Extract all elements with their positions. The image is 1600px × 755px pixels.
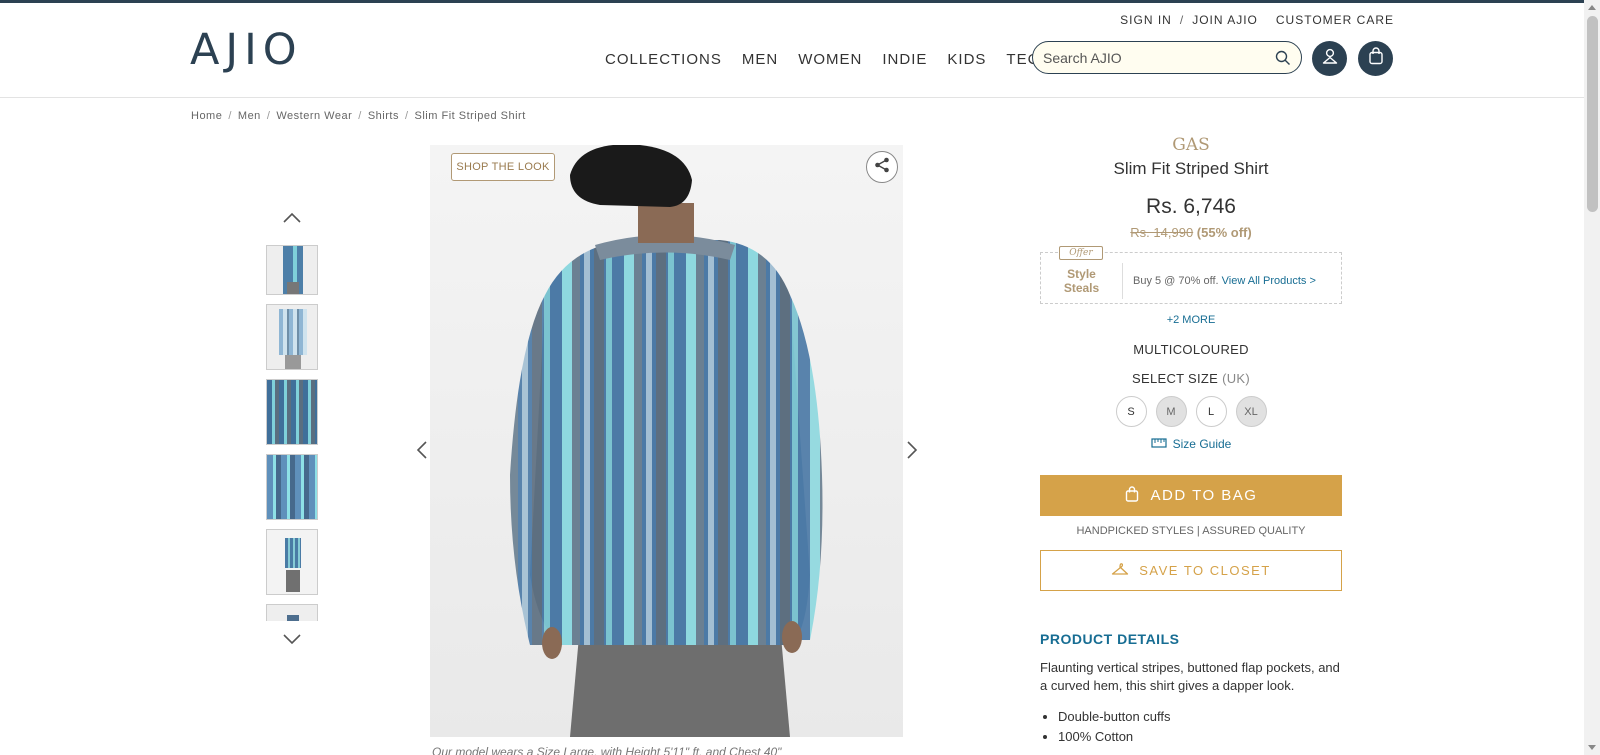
breadcrumb-separator: / [266,110,271,122]
join-ajio-link[interactable]: JOIN AJIO [1192,13,1258,27]
offer-tag: Offer [1059,246,1103,260]
offer-name-line-1: Style [1067,267,1096,281]
thumbnail-6[interactable] [266,604,318,621]
bag-button[interactable] [1358,41,1393,76]
thumbs-up-button[interactable] [282,211,302,227]
product-price: Rs. 6,746 [1146,195,1236,218]
offer-name: Style Steals [1041,263,1123,299]
ruler-icon [1151,437,1167,451]
color-label: MULTICOLOURED [1133,342,1249,357]
share-button[interactable] [866,151,898,183]
select-size-label: SELECT SIZE (UK) [1040,371,1342,386]
breadcrumb-separator: / [358,110,362,122]
size-unit: (UK) [1222,371,1250,386]
nav-collections[interactable]: COLLECTIONS [605,51,722,68]
assurance-text: HANDPICKED STYLES | ASSURED QUALITY [1076,525,1306,537]
thumbnail-list [266,245,318,621]
product-main-image[interactable] [430,145,903,737]
nav-kids[interactable]: KIDS [947,51,986,68]
breadcrumb-men[interactable]: Men [238,110,261,122]
offer-details: Buy 5 @ 70% off. View All Products > [1123,275,1316,287]
thumbs-down-button[interactable] [282,632,302,648]
thumbnail-2[interactable] [266,304,318,370]
brand-name[interactable]: GAS [1040,135,1342,155]
size-option-l[interactable]: L [1195,396,1227,427]
chevron-right-icon [905,441,919,464]
size-guide-label: Size Guide [1172,437,1232,451]
chevron-left-icon [415,441,429,464]
save-to-closet-button[interactable]: SAVE TO CLOSET [1040,550,1342,591]
list-item: 100% Cotton [1058,727,1342,747]
chevron-up-icon [282,211,302,228]
breadcrumb-shirts[interactable]: Shirts [368,110,399,122]
breadcrumb-separator: / [404,110,409,122]
add-to-bag-button[interactable]: ADD TO BAG [1040,475,1342,516]
account-button[interactable] [1312,41,1347,76]
breadcrumb-home[interactable]: Home [191,110,222,122]
size-options: S M L XL [1040,396,1342,427]
discount-percent: (55% off) [1196,225,1252,240]
chevron-down-icon [282,632,302,649]
offer-box: Offer Style Steals Buy 5 @ 70% off. View… [1040,246,1342,304]
thumbnail-4[interactable] [266,454,318,520]
nav-indie[interactable]: INDIE [882,51,927,68]
size-option-s[interactable]: S [1115,396,1147,427]
more-offers-link[interactable]: +2 MORE [1040,314,1342,326]
shirt-illustration [510,145,823,737]
breadcrumb: Home / Men / Western Wear / Shirts / Sli… [191,110,526,122]
scroll-up-arrow-icon[interactable] [1588,5,1596,10]
product-details-list: Double-button cuffs 100% Cotton [1040,707,1342,747]
search-icon[interactable] [1275,50,1291,66]
nav-men[interactable]: MEN [742,51,778,68]
size-guide-link[interactable]: Size Guide [1040,437,1342,451]
page-scrollbar[interactable] [1584,0,1600,755]
add-to-bag-label: ADD TO BAG [1150,487,1258,504]
hanger-icon [1111,562,1129,579]
original-price: Rs. 14,990 [1130,225,1194,240]
nav-women[interactable]: WOMEN [798,51,862,68]
utility-links: SIGN IN / JOIN AJIO CUSTOMER CARE [1120,13,1394,27]
offer-text: Buy 5 @ 70% off. [1133,275,1219,287]
scroll-down-arrow-icon[interactable] [1588,745,1596,750]
product-name: Slim Fit Striped Shirt [1113,159,1269,178]
main-nav: COLLECTIONS MEN WOMEN INDIE KIDS TECH [605,51,1051,68]
shop-the-look-button[interactable]: SHOP THE LOOK [451,153,555,181]
breadcrumb-western-wear[interactable]: Western Wear [276,110,352,122]
model-size-caption: Our model wears a Size Large, with Heigh… [432,745,782,755]
product-details-description: Flaunting vertical stripes, buttoned fla… [1040,660,1340,693]
site-header: AJIO SIGN IN / JOIN AJIO CUSTOMER CARE C… [0,3,1584,98]
save-to-closet-label: SAVE TO CLOSET [1139,563,1271,578]
offer-name-line-2: Steals [1063,281,1100,295]
product-details-heading: PRODUCT DETAILS [1040,631,1180,647]
thumbnail-1[interactable] [266,245,318,295]
separator: / [1179,13,1185,27]
customer-care-link[interactable]: CUSTOMER CARE [1276,13,1394,27]
next-image-button[interactable] [905,440,919,460]
product-info-panel: GAS Slim Fit Striped Shirt Rs. 6,746 Rs.… [1040,135,1342,747]
shopping-bag-icon [1368,47,1384,70]
prev-image-button[interactable] [415,440,429,460]
ajio-logo[interactable]: AJIO [190,25,303,75]
thumbnail-3[interactable] [266,379,318,445]
thumbnail-5[interactable] [266,529,318,595]
scrollbar-thumb[interactable] [1587,16,1598,212]
search-input[interactable] [1043,49,1275,66]
search-box [1032,41,1302,74]
breadcrumb-current: Slim Fit Striped Shirt [414,110,526,122]
user-icon [1321,47,1339,70]
breadcrumb-separator: / [228,110,232,122]
share-icon [873,156,891,179]
sign-in-link[interactable]: SIGN IN [1120,13,1172,27]
price-details: Rs. 14,990 (55% off) [1040,225,1342,240]
list-item: Double-button cuffs [1058,707,1342,727]
shopping-bag-icon [1125,485,1139,506]
size-option-m[interactable]: M [1155,396,1187,427]
view-all-products-link[interactable]: View All Products > [1222,275,1316,287]
size-option-xl[interactable]: XL [1235,396,1267,427]
select-size-text: SELECT SIZE [1132,371,1219,386]
